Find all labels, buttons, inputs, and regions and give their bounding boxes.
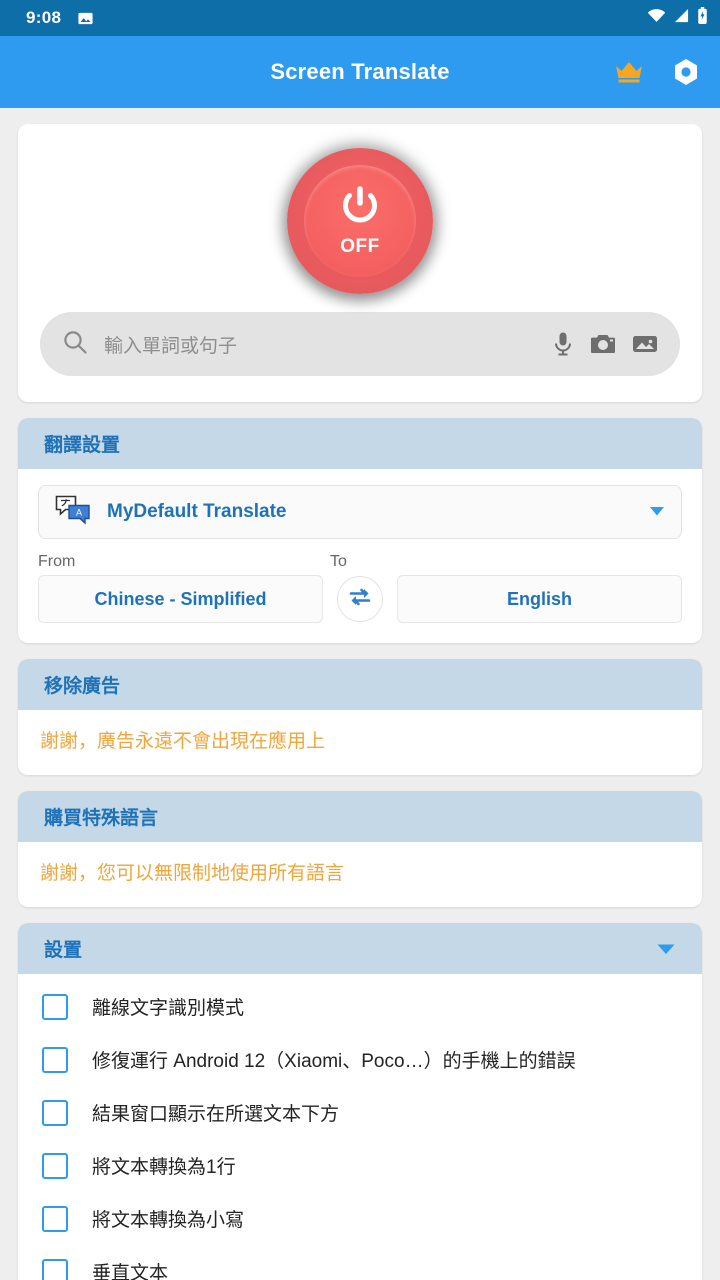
option-label: 垂直文本 bbox=[92, 1263, 169, 1280]
chevron-down-icon[interactable] bbox=[649, 505, 665, 520]
settings-card: 設置 離線文字識別模式 修復運行 Android 12（Xiaomi、Poco…… bbox=[18, 923, 702, 1280]
app-bar: Screen Translate bbox=[0, 36, 720, 108]
signal-icon bbox=[673, 8, 690, 28]
search-bar[interactable]: 輸入單詞或句子 bbox=[40, 312, 680, 376]
buy-languages-card: 購買特殊語言 謝謝，您可以無限制地使用所有語言 bbox=[18, 791, 702, 907]
translate-bubbles-icon: A bbox=[55, 494, 91, 531]
option-label: 將文本轉換為小寫 bbox=[92, 1210, 245, 1231]
search-icon bbox=[62, 329, 88, 360]
option-label: 離線文字識別模式 bbox=[92, 998, 245, 1019]
main-content: OFF 輸入單詞或句子 翻譯設置 A MyDefault Translate F… bbox=[0, 108, 720, 1280]
checkbox[interactable] bbox=[42, 1152, 68, 1179]
language-row: Chinese - Simplified English bbox=[38, 575, 682, 623]
from-language-button[interactable]: Chinese - Simplified bbox=[38, 575, 323, 623]
page-title: Screen Translate bbox=[270, 59, 450, 84]
settings-header[interactable]: 設置 bbox=[18, 923, 702, 974]
translate-settings-body: A MyDefault Translate From To Chinese - … bbox=[18, 469, 702, 643]
from-label: From bbox=[38, 553, 76, 570]
checkbox[interactable] bbox=[42, 1205, 68, 1232]
status-bar: 9:08 bbox=[0, 0, 720, 36]
chevron-down-icon[interactable] bbox=[656, 942, 676, 956]
translate-settings-header: 翻譯設置 bbox=[18, 418, 702, 469]
list-item[interactable]: 將文本轉換為小寫 bbox=[18, 1192, 702, 1245]
battery-charging-icon bbox=[697, 7, 708, 29]
wifi-icon bbox=[647, 8, 666, 28]
power-toggle-button[interactable]: OFF bbox=[287, 148, 433, 294]
translate-engine-label: MyDefault Translate bbox=[107, 501, 287, 522]
crown-icon[interactable] bbox=[614, 59, 644, 85]
to-label: To bbox=[330, 553, 347, 570]
remove-ads-body: 謝謝，廣告永遠不會出現在應用上 bbox=[18, 710, 702, 775]
option-label: 將文本轉換為1行 bbox=[92, 1157, 236, 1178]
settings-option-list: 離線文字識別模式 修復運行 Android 12（Xiaomi、Poco…）的手… bbox=[18, 974, 702, 1280]
image-picker-icon[interactable] bbox=[632, 332, 658, 356]
search-input[interactable]: 輸入單詞或句子 bbox=[104, 331, 552, 358]
microphone-icon[interactable] bbox=[552, 331, 574, 357]
app-bar-actions bbox=[614, 58, 700, 86]
to-language-button[interactable]: English bbox=[397, 575, 682, 623]
power-search-card: OFF 輸入單詞或句子 bbox=[18, 124, 702, 402]
section-title: 購買特殊語言 bbox=[44, 808, 159, 829]
power-icon bbox=[337, 184, 383, 235]
list-item[interactable]: 離線文字識別模式 bbox=[18, 980, 702, 1033]
translate-settings-card: 翻譯設置 A MyDefault Translate From To Chine… bbox=[18, 418, 702, 643]
status-bar-icons bbox=[647, 7, 708, 29]
svg-text:A: A bbox=[76, 507, 82, 517]
list-item[interactable]: 修復運行 Android 12（Xiaomi、Poco…）的手機上的錯誤 bbox=[18, 1033, 702, 1086]
checkbox[interactable] bbox=[42, 1046, 68, 1073]
status-bar-clock: 9:08 bbox=[26, 8, 62, 27]
translate-engine-select[interactable]: A MyDefault Translate bbox=[38, 485, 682, 539]
checkbox[interactable] bbox=[42, 993, 68, 1020]
buy-languages-message: 謝謝，您可以無限制地使用所有語言 bbox=[40, 863, 345, 884]
list-item[interactable]: 結果窗口顯示在所選文本下方 bbox=[18, 1086, 702, 1139]
image-icon bbox=[77, 10, 94, 27]
camera-icon[interactable] bbox=[590, 332, 616, 356]
remove-ads-header: 移除廣告 bbox=[18, 659, 702, 710]
section-title: 翻譯設置 bbox=[44, 435, 121, 456]
search-row: 輸入單詞或句子 bbox=[18, 312, 702, 402]
search-action-icons bbox=[552, 331, 658, 357]
list-item[interactable]: 垂直文本 bbox=[18, 1245, 702, 1280]
buy-languages-header: 購買特殊語言 bbox=[18, 791, 702, 842]
gear-icon[interactable] bbox=[672, 58, 700, 86]
list-item[interactable]: 將文本轉換為1行 bbox=[18, 1139, 702, 1192]
buy-languages-body: 謝謝，您可以無限制地使用所有語言 bbox=[18, 842, 702, 907]
option-label: 修復運行 Android 12（Xiaomi、Poco…）的手機上的錯誤 bbox=[92, 1051, 576, 1072]
power-button-inner: OFF bbox=[304, 165, 416, 277]
language-labels: From To bbox=[38, 553, 682, 571]
remove-ads-card: 移除廣告 謝謝，廣告永遠不會出現在應用上 bbox=[18, 659, 702, 775]
checkbox[interactable] bbox=[42, 1258, 68, 1280]
option-label: 結果窗口顯示在所選文本下方 bbox=[92, 1104, 340, 1125]
swap-languages-button[interactable] bbox=[337, 576, 383, 622]
remove-ads-message: 謝謝，廣告永遠不會出現在應用上 bbox=[40, 731, 326, 752]
section-title: 設置 bbox=[44, 940, 83, 961]
power-button-area: OFF bbox=[18, 124, 702, 312]
swap-arrows-icon bbox=[347, 584, 373, 615]
power-state-label: OFF bbox=[340, 236, 380, 257]
section-title: 移除廣告 bbox=[44, 676, 121, 697]
checkbox[interactable] bbox=[42, 1099, 68, 1126]
